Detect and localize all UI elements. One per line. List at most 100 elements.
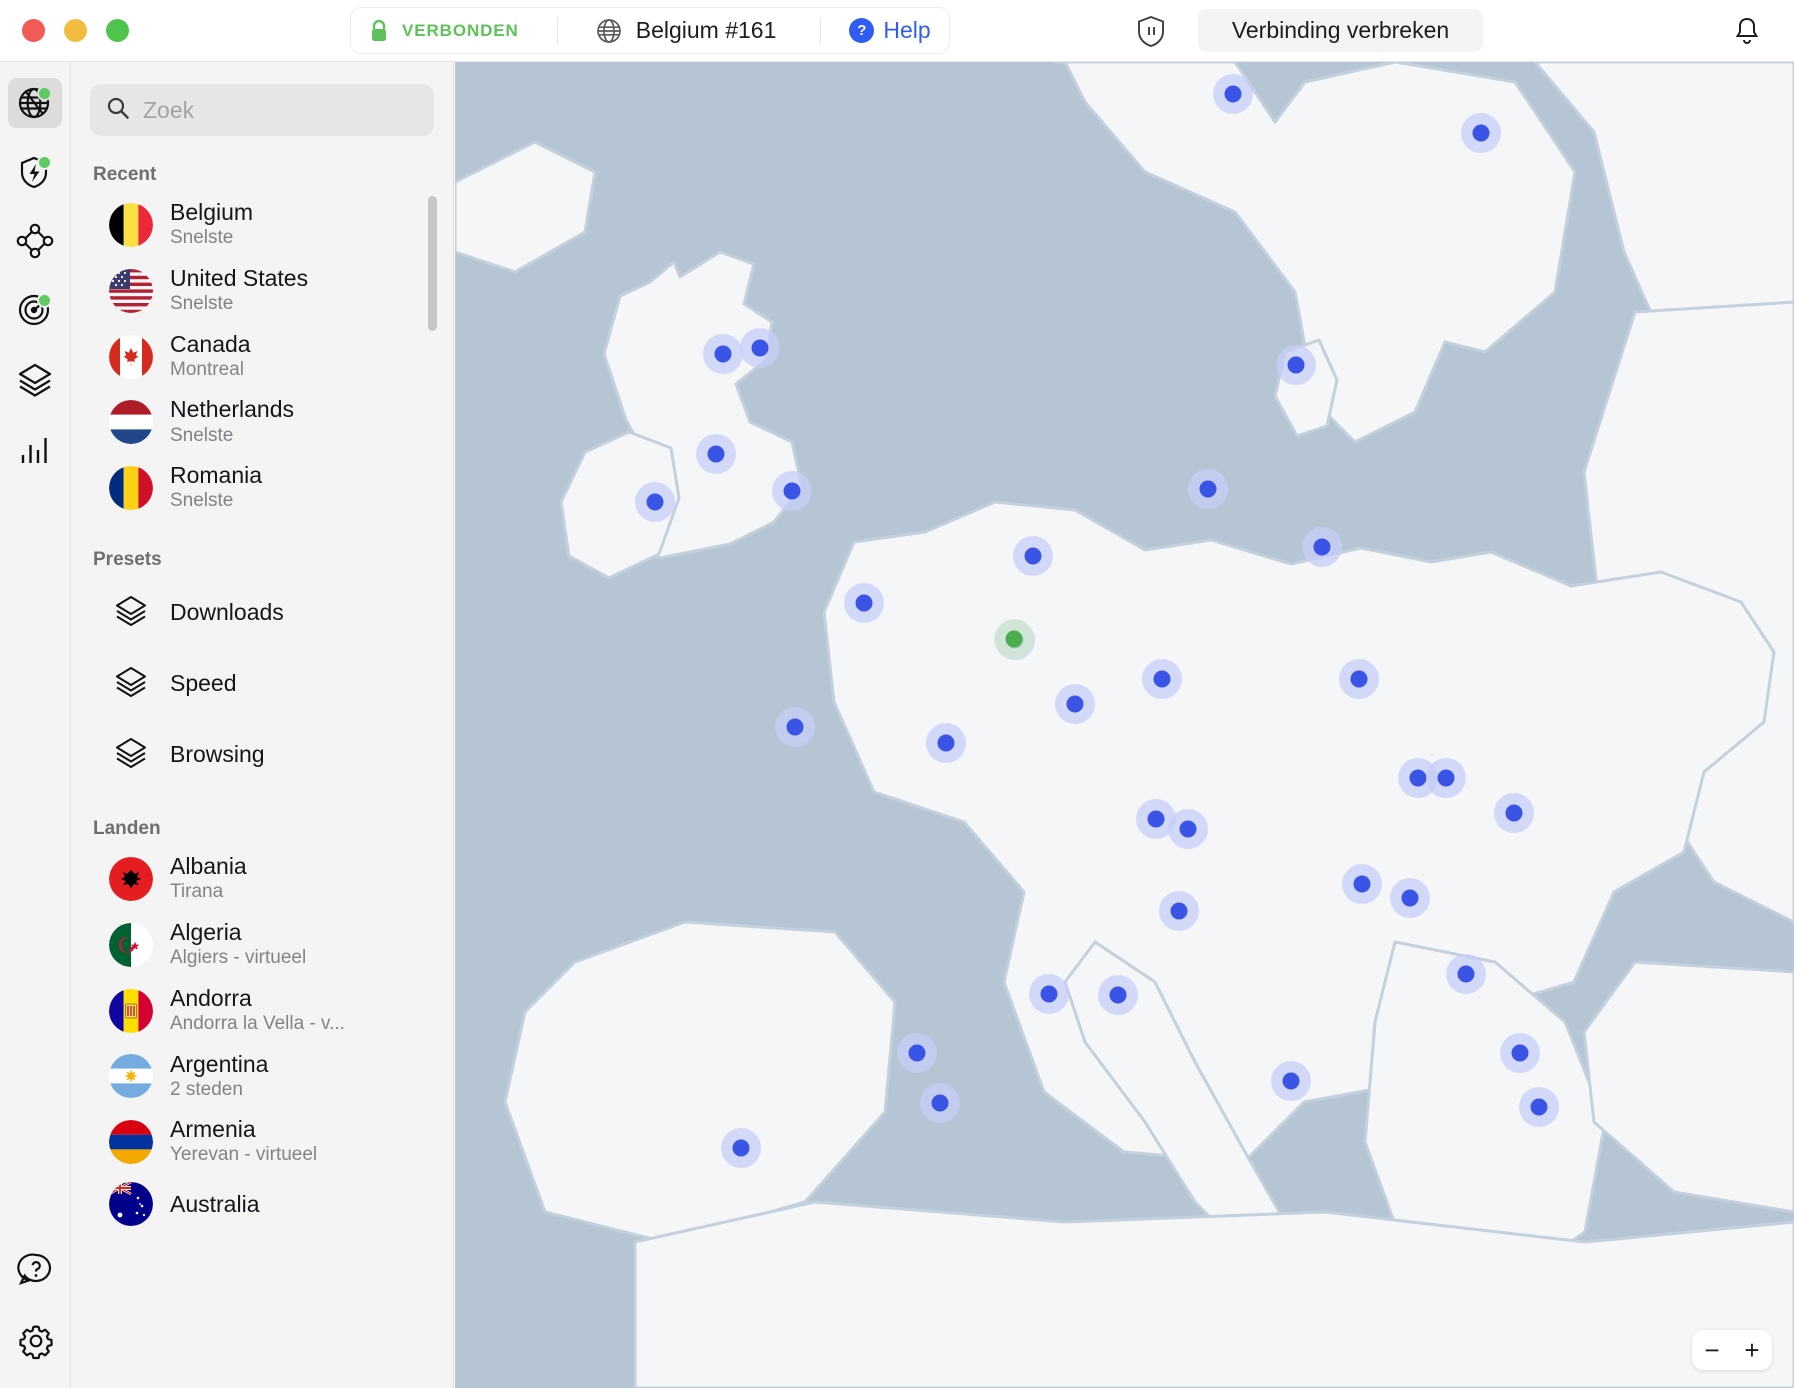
flag-canada xyxy=(109,334,153,379)
server-pin[interactable] xyxy=(740,328,780,368)
server-pin[interactable] xyxy=(920,1083,960,1123)
zoom-in-button[interactable]: + xyxy=(1732,1330,1772,1370)
preset-label: Downloads xyxy=(170,599,284,626)
server-pin[interactable] xyxy=(1302,527,1342,567)
maximize-button[interactable] xyxy=(106,19,129,42)
server-pin[interactable] xyxy=(1271,1061,1311,1101)
server-list-sidebar: Recent Belgium Snelste xyxy=(71,62,454,1388)
preset-item-speed[interactable]: Speed xyxy=(71,648,453,719)
search-wrapper xyxy=(71,62,453,136)
server-pin[interactable] xyxy=(1461,113,1501,153)
country-name: Belgium xyxy=(170,199,254,225)
sidebar-item-meshnet[interactable] xyxy=(8,216,62,266)
zoom-out-button[interactable]: − xyxy=(1692,1330,1732,1370)
server-pin[interactable] xyxy=(1188,469,1228,509)
connected-server-pin[interactable] xyxy=(994,619,1034,659)
server-pin[interactable] xyxy=(1159,891,1199,931)
country-sub: Snelste xyxy=(170,292,234,314)
server-pin[interactable] xyxy=(1055,684,1095,724)
world-map[interactable]: map − + xyxy=(455,62,1794,1388)
list-item[interactable]: Algeria Algiers - virtueel xyxy=(71,912,453,978)
svg-text:map: map xyxy=(455,62,486,66)
list-item-texts: Australia xyxy=(170,1191,259,1218)
disconnect-button[interactable]: Verbinding verbreken xyxy=(1198,9,1483,52)
sidebar-item-statistics[interactable] xyxy=(8,423,62,473)
server-pin[interactable] xyxy=(703,334,743,374)
country-name: Romania xyxy=(170,462,263,489)
shield-pause-icon[interactable] xyxy=(1132,12,1170,55)
server-pin[interactable] xyxy=(1276,345,1316,385)
server-pin[interactable] xyxy=(1342,864,1382,904)
server-pin[interactable] xyxy=(844,583,884,623)
server-pin[interactable] xyxy=(775,707,815,747)
gear-icon xyxy=(18,1325,53,1360)
server-pin[interactable] xyxy=(1446,954,1486,994)
list-item[interactable]: Albania Tirana xyxy=(71,846,453,912)
country-name: Australia xyxy=(170,1190,260,1217)
server-pin[interactable] xyxy=(926,723,966,763)
server-pin[interactable] xyxy=(1168,809,1208,849)
status-dot-badge xyxy=(37,155,52,170)
list-item[interactable]: Argentina 2 steden xyxy=(71,1044,453,1110)
server-pin[interactable] xyxy=(1339,659,1379,699)
scrollbar-thumb[interactable] xyxy=(428,196,437,331)
sidebar-item-help[interactable] xyxy=(9,1244,63,1294)
minimize-button[interactable] xyxy=(64,19,87,42)
search-input[interactable] xyxy=(143,96,418,124)
country-name: Algeria xyxy=(170,918,242,945)
server-pin[interactable] xyxy=(897,1033,937,1073)
rail-bottom-group xyxy=(0,1244,71,1366)
flag-algeria xyxy=(109,922,153,967)
section-title-countries: Landen xyxy=(93,818,161,840)
preset-item-downloads[interactable]: Downloads xyxy=(71,577,453,648)
server-pin[interactable] xyxy=(1519,1087,1559,1127)
help-button[interactable]: ? Help xyxy=(849,17,931,44)
server-pin[interactable] xyxy=(1426,758,1466,798)
list-item[interactable]: Andorra Andorra la Vella - v... xyxy=(71,978,453,1044)
list-item[interactable]: Netherlands Snelste xyxy=(71,389,453,455)
bell-icon[interactable] xyxy=(1730,14,1764,53)
layers-icon xyxy=(18,363,52,397)
sidebar-item-settings[interactable] xyxy=(9,1316,63,1366)
server-pin[interactable] xyxy=(1098,975,1138,1015)
country-sub: Algiers - virtueel xyxy=(170,947,307,968)
flag-albania xyxy=(109,856,153,901)
sidebar-item-threat-protection[interactable] xyxy=(8,147,62,197)
country-name: Albania xyxy=(170,853,247,880)
status-label: VERBONDEN xyxy=(402,20,519,40)
list-item-texts: Netherlands Snelste xyxy=(170,396,294,448)
server-pin[interactable] xyxy=(1029,974,1069,1014)
list-item[interactable]: Romania Snelste xyxy=(71,455,453,521)
search-icon xyxy=(106,96,130,125)
search-box[interactable] xyxy=(90,84,434,136)
sidebar-item-file-share[interactable] xyxy=(8,354,62,404)
list-item[interactable]: United States Snelste xyxy=(71,258,453,324)
list-item[interactable]: Belgium Snelste xyxy=(71,192,453,258)
server-pin[interactable] xyxy=(721,1128,761,1168)
country-name: Netherlands xyxy=(170,396,295,423)
server-pin[interactable] xyxy=(1500,1033,1540,1073)
list-item[interactable]: Armenia Yerevan - virtueel xyxy=(71,1109,453,1175)
server-pin[interactable] xyxy=(1142,659,1182,699)
list-item[interactable]: Australia xyxy=(71,1175,453,1233)
map-zoom-controls[interactable]: − + xyxy=(1692,1330,1772,1370)
server-pin[interactable] xyxy=(1390,878,1430,918)
layers-icon xyxy=(109,659,153,708)
server-pin[interactable] xyxy=(696,434,736,474)
server-pin[interactable] xyxy=(1494,793,1534,833)
server-pin[interactable] xyxy=(772,471,812,511)
list-item[interactable]: Canada Montreal xyxy=(71,324,453,390)
flag-argentina xyxy=(109,1054,153,1099)
sidebar-item-dark-web-monitor[interactable] xyxy=(8,285,62,335)
server-pin[interactable] xyxy=(1213,74,1253,114)
sidebar-item-vpn[interactable] xyxy=(8,78,62,128)
section-title-presets: Presets xyxy=(93,549,162,571)
server-pin[interactable] xyxy=(1013,536,1053,576)
preset-label: Browsing xyxy=(170,741,265,768)
close-button[interactable] xyxy=(22,19,45,42)
meshnet-icon xyxy=(16,223,54,259)
sidebar-scrollbar[interactable] xyxy=(428,146,437,1376)
server-pin[interactable] xyxy=(635,482,675,522)
preset-item-browsing[interactable]: Browsing xyxy=(71,719,453,790)
bar-chart-icon xyxy=(21,438,47,463)
